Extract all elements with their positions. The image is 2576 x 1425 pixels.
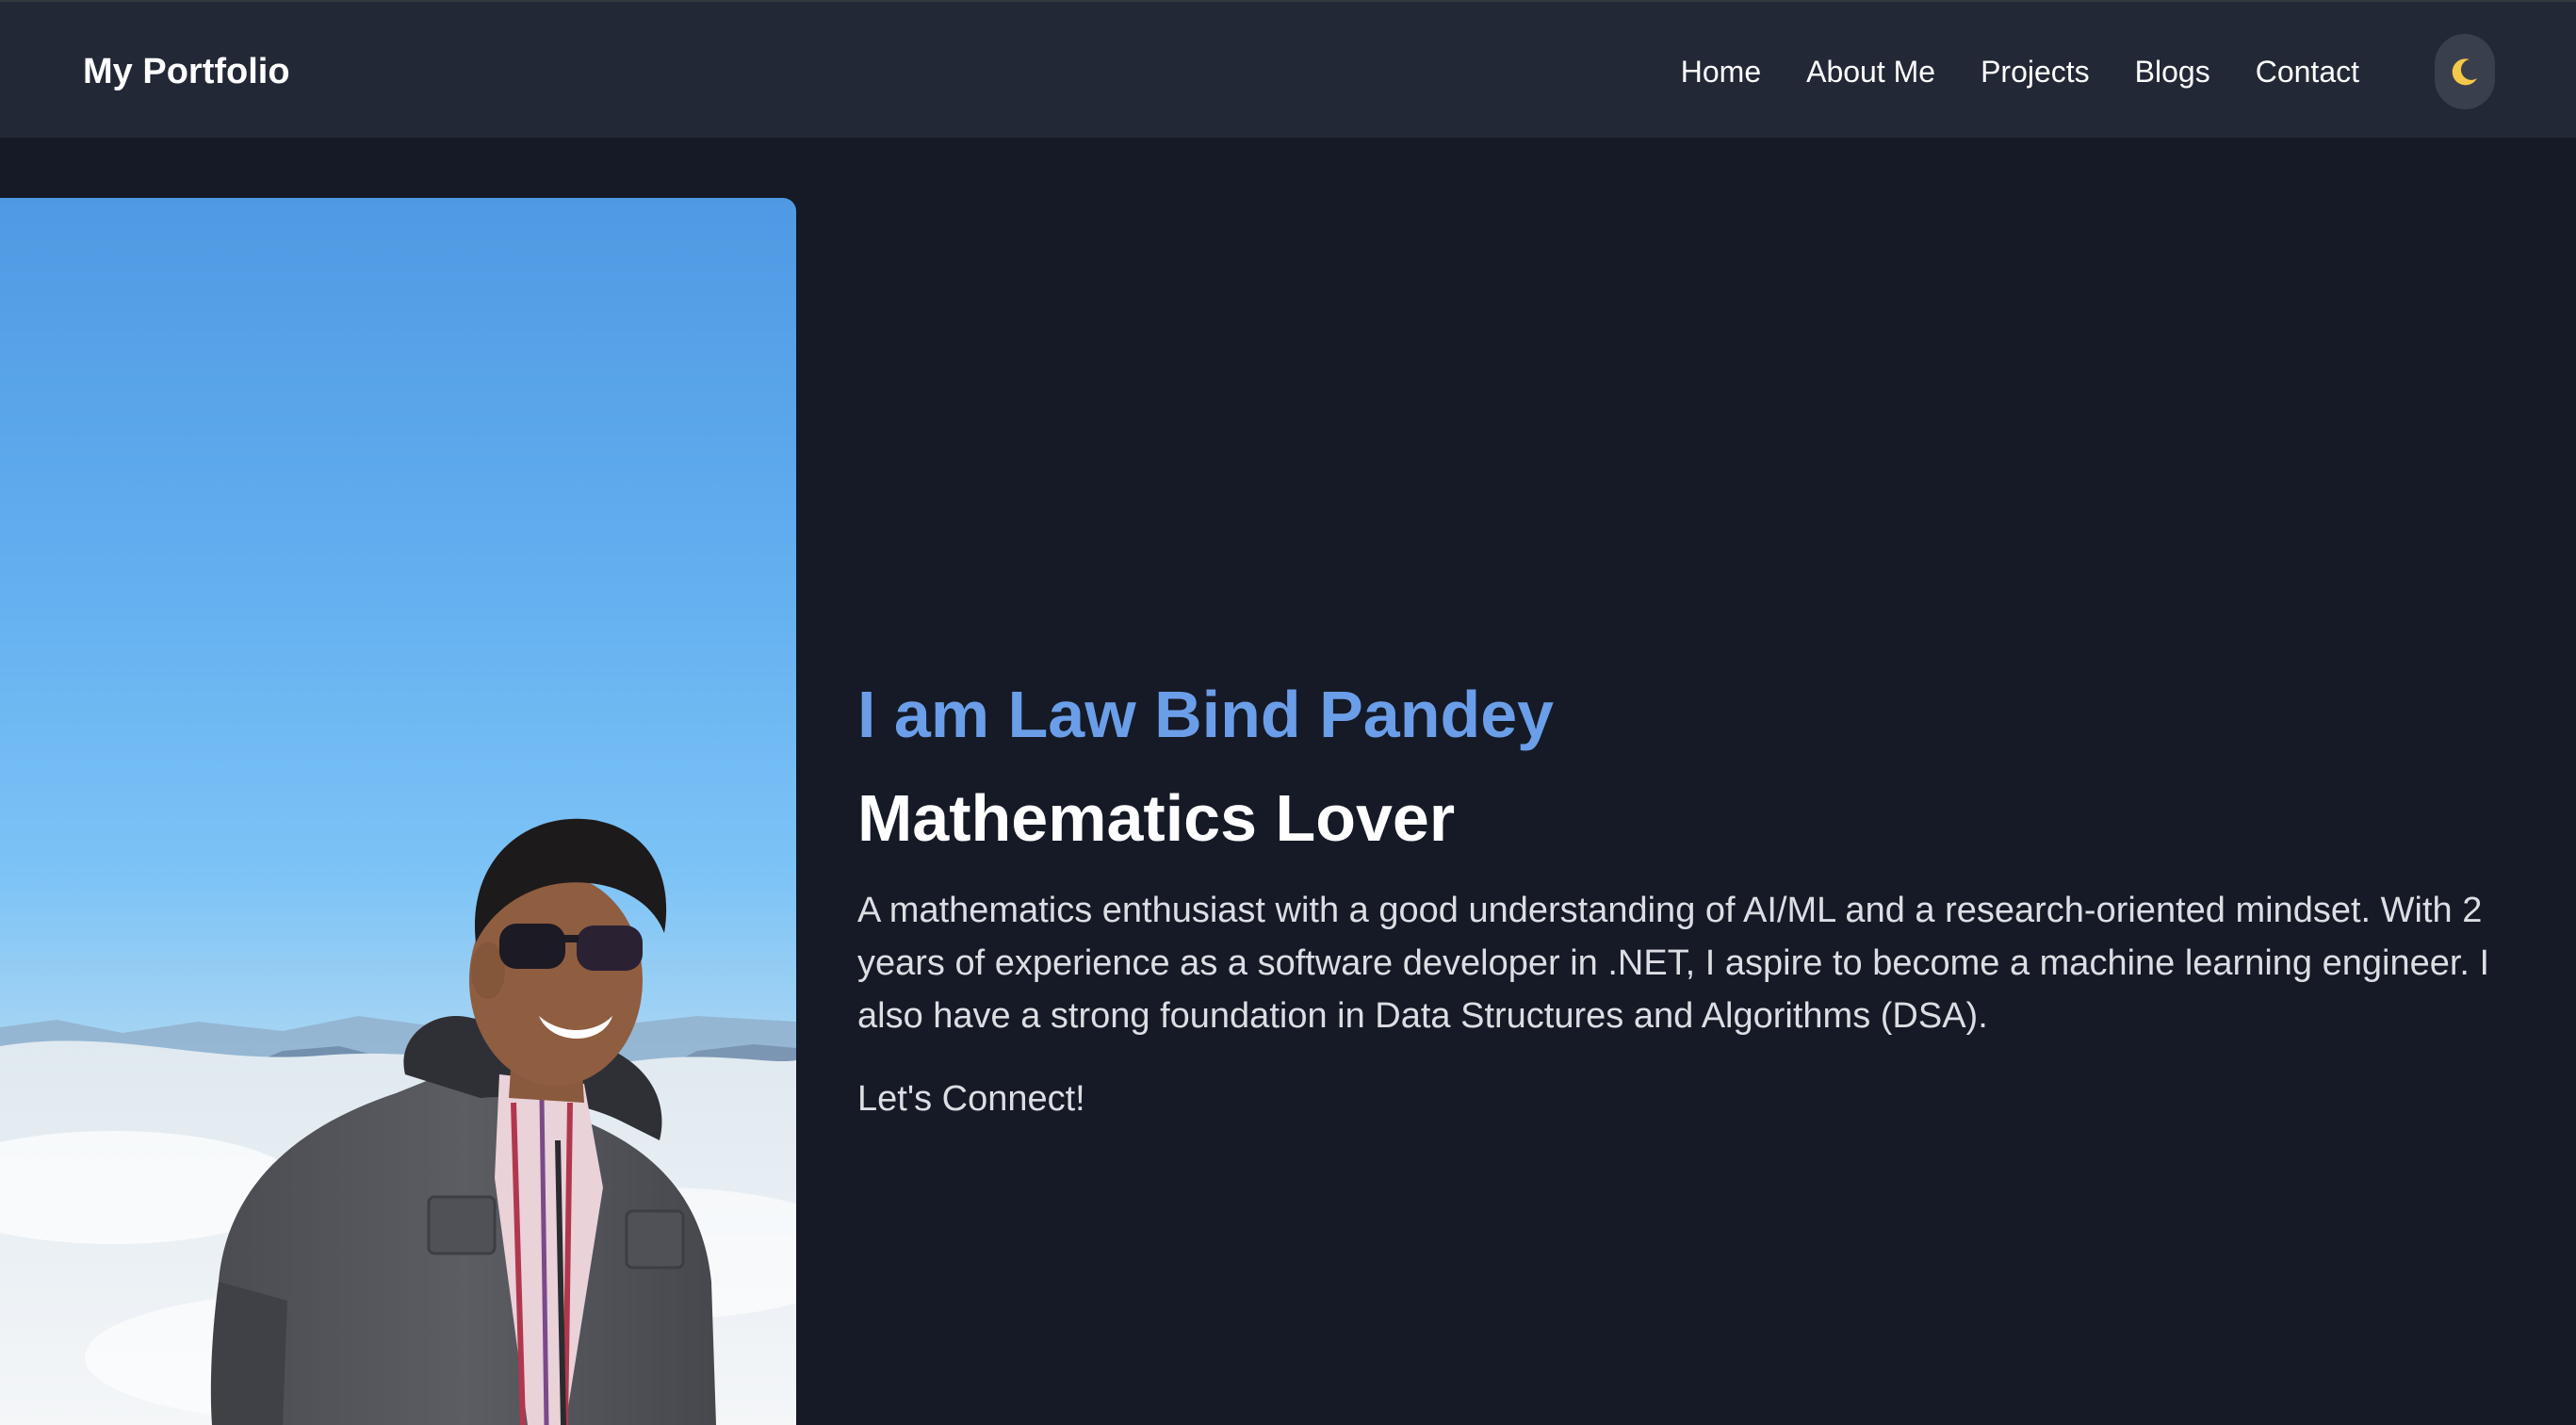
nav-link-home[interactable]: Home — [1681, 45, 1761, 98]
moon-icon — [2452, 58, 2477, 86]
nav-link-about-me[interactable]: About Me — [1806, 45, 1935, 98]
nav-link-blogs[interactable]: Blogs — [2135, 45, 2210, 98]
hero-role-heading: Mathematics Lover — [857, 781, 1456, 855]
nav-link-contact[interactable]: Contact — [2256, 45, 2359, 98]
nav-link-projects[interactable]: Projects — [1981, 45, 2090, 98]
brand-logo[interactable]: My Portfolio — [83, 45, 290, 98]
navbar: My Portfolio Home About Me Projects Blog… — [0, 0, 2576, 138]
profile-photo — [0, 198, 796, 1425]
hero-section: I am Law Bind Pandey Mathematics Lover A… — [857, 675, 2553, 1125]
theme-toggle-button[interactable] — [2435, 34, 2495, 109]
hero-description: A mathematics enthusiast with a good und… — [857, 891, 2490, 1036]
lets-connect-text: Let's Connect! — [857, 1079, 1085, 1119]
profile-photo-illustration — [0, 818, 796, 1425]
nav-links: Home About Me Projects Blogs Contact — [1681, 45, 2359, 98]
hero-name-heading: I am Law Bind Pandey — [857, 678, 1555, 751]
